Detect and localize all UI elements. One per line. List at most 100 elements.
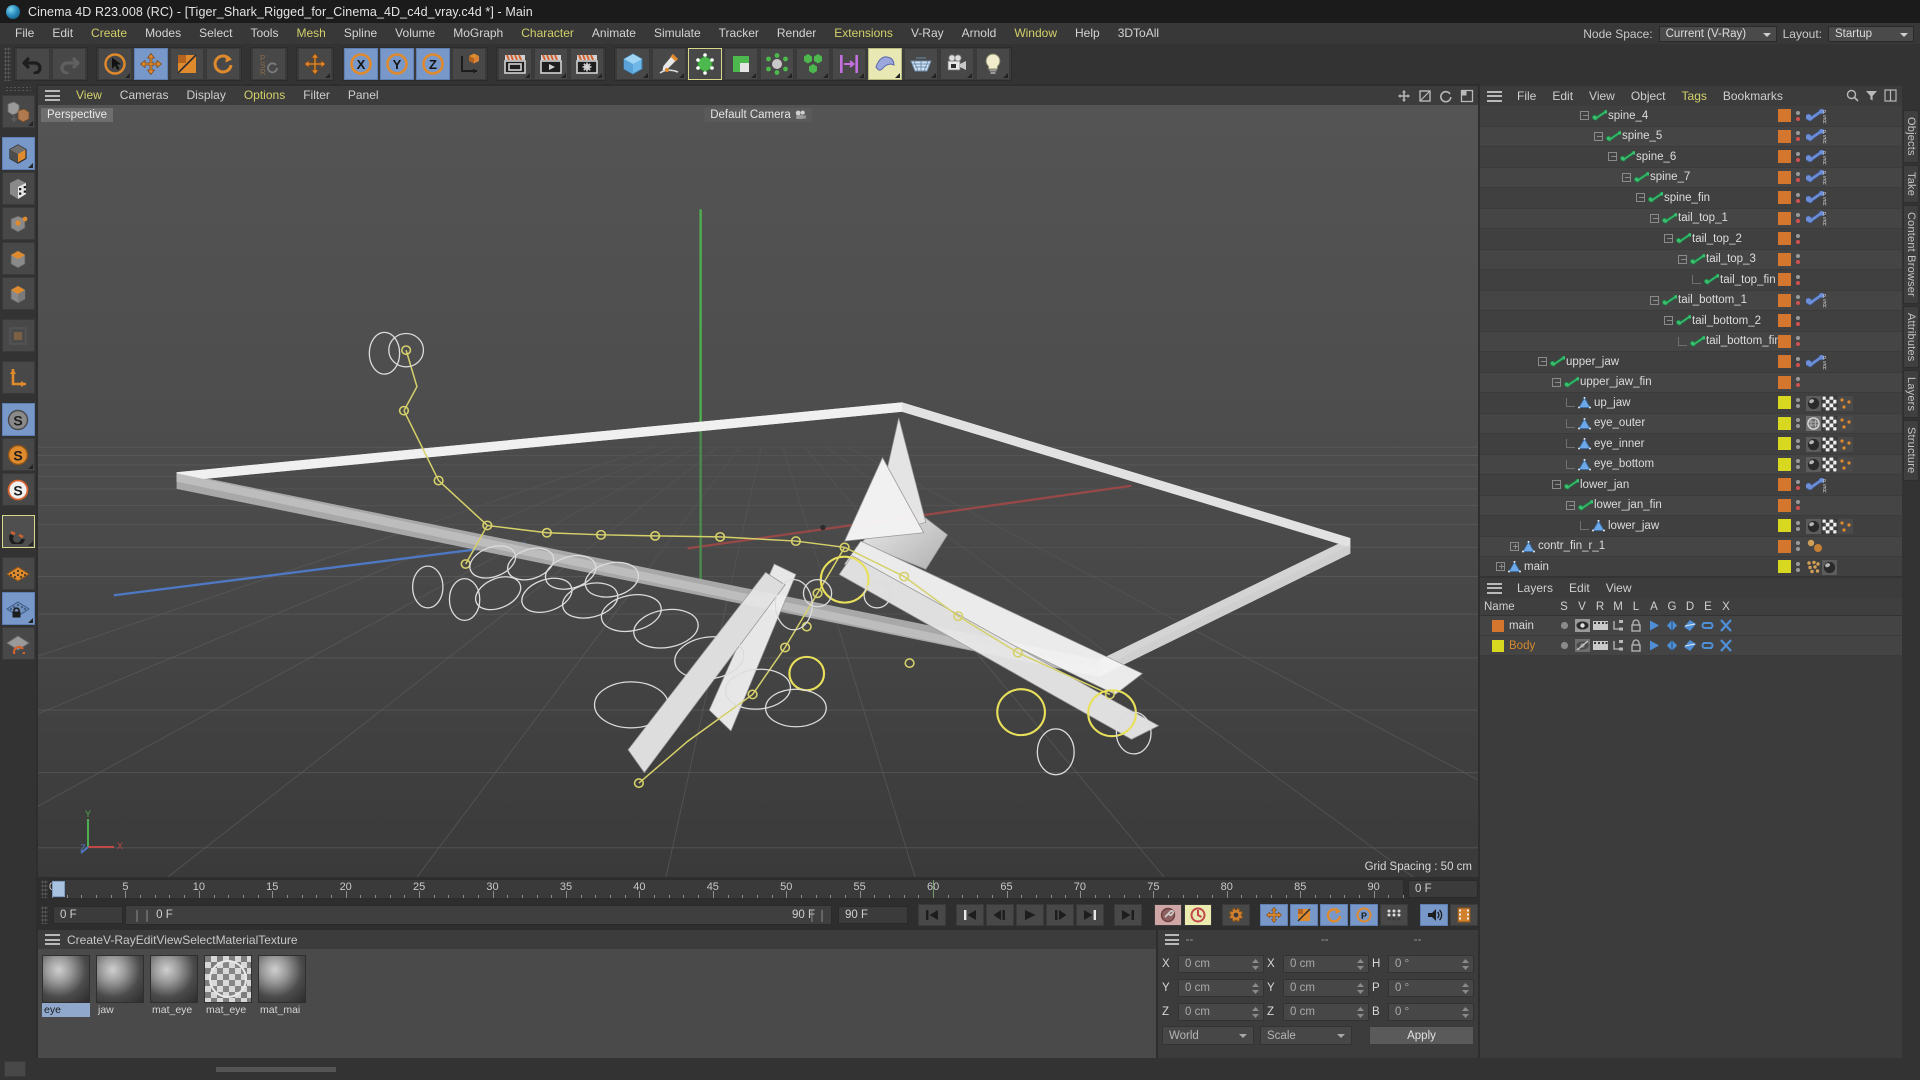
key-rotation-button[interactable] — [1320, 903, 1348, 926]
coordinate-size-input[interactable]: 0 cm — [1283, 955, 1369, 973]
coordinate-rot-input[interactable]: 0 ° — [1388, 955, 1474, 973]
tree-expander[interactable] — [1552, 480, 1561, 490]
tag-sel-icon[interactable] — [1838, 395, 1853, 411]
tag-mat-icon[interactable] — [1806, 518, 1821, 534]
vertical-tab-objects[interactable]: Objects — [1903, 110, 1919, 163]
tag-mat-icon[interactable] — [1806, 436, 1821, 452]
menu-window[interactable]: Window — [1005, 23, 1066, 44]
preview-range-bar[interactable]: ❘❘ 0 F 90 F ❘❘ — [125, 904, 832, 925]
material-preview[interactable] — [204, 955, 252, 1003]
object-name[interactable]: spine_7 — [1650, 171, 1690, 183]
object-tags[interactable] — [1806, 559, 1902, 575]
object-tree[interactable]: spine_4 P S R spine_5 P S R spine_6 P S R spine_7 P S R… — [1480, 106, 1902, 576]
viewport-menu-view[interactable]: View — [67, 86, 111, 105]
object-row[interactable]: tail_top_2 — [1480, 229, 1902, 250]
visibility-dots[interactable] — [1796, 377, 1800, 388]
material-name[interactable]: mat_eye — [150, 1003, 198, 1017]
connect-objects-button[interactable] — [760, 48, 794, 80]
tag-uv-icon[interactable] — [1821, 415, 1838, 432]
viewport-menu-display[interactable]: Display — [177, 86, 234, 105]
tree-expander[interactable] — [1496, 562, 1505, 572]
object-layer-color[interactable] — [1778, 273, 1791, 287]
x-axis-lock-button[interactable]: X — [344, 48, 378, 80]
layer-name[interactable]: main — [1509, 620, 1534, 632]
coordinate-spinner-icon[interactable] — [1251, 1006, 1260, 1019]
layer-generator-icon[interactable] — [1663, 639, 1681, 652]
object-tags[interactable]: PSR — [1805, 354, 1902, 371]
layer-color-swatch[interactable] — [1492, 619, 1504, 632]
tag-psr-icon[interactable]: PSR — [1805, 149, 1827, 166]
landscape-object-button[interactable] — [904, 48, 938, 80]
workplane-rotate-button[interactable] — [1, 627, 35, 660]
tree-expander[interactable] — [1650, 213, 1659, 223]
current-frame-field-top[interactable]: 0 F — [1408, 880, 1478, 898]
material-preview[interactable] — [42, 955, 90, 1003]
menu-3dtoall[interactable]: 3DToAll — [1109, 23, 1168, 44]
toolbar-grip[interactable] — [4, 47, 11, 81]
menu-edit[interactable]: Edit — [43, 23, 82, 44]
material-item[interactable]: eye — [42, 955, 90, 1017]
viewport-menu-panel[interactable]: Panel — [339, 86, 388, 105]
coordinate-spinner-icon[interactable] — [1356, 958, 1365, 971]
object-row[interactable]: spine_fin P S R — [1480, 188, 1902, 209]
object-row-label-area[interactable]: tail_bottom_fin — [1480, 335, 1781, 347]
coordinate-mode-select[interactable]: Scale — [1260, 1026, 1352, 1045]
visibility-dots[interactable] — [1796, 459, 1800, 470]
tree-expander[interactable] — [1622, 172, 1631, 182]
menu-create[interactable]: Create — [82, 23, 136, 44]
visibility-dots[interactable] — [1796, 274, 1800, 285]
menu-extensions[interactable]: Extensions — [825, 23, 902, 44]
object-name[interactable]: lower_jan_fin — [1594, 499, 1662, 511]
coordinate-spinner-icon[interactable] — [1251, 958, 1260, 971]
subdivision-surface-button[interactable] — [868, 48, 902, 80]
layer-solo-icon[interactable] — [1555, 639, 1573, 652]
object-layer-color[interactable] — [1778, 129, 1791, 143]
object-row[interactable]: eye_outer — [1480, 413, 1902, 434]
material-name[interactable]: eye — [42, 1003, 90, 1017]
object-row[interactable]: eye_bottom — [1480, 454, 1902, 475]
menu-animate[interactable]: Animate — [583, 23, 645, 44]
object-row[interactable]: tail_bottom_1 P S R — [1480, 290, 1902, 311]
uv-mode-button[interactable] — [1, 319, 35, 352]
tree-expander[interactable] — [1510, 541, 1519, 551]
tag-psr-icon[interactable]: PSR — [1805, 190, 1827, 207]
coordinate-pos-input[interactable]: 0 cm — [1178, 955, 1264, 973]
menu-simulate[interactable]: Simulate — [645, 23, 710, 44]
material-menu-create[interactable]: Create — [67, 933, 103, 947]
null-object-button[interactable] — [688, 48, 722, 80]
tag-uv-icon[interactable] — [1821, 456, 1838, 473]
coordinate-pos-input[interactable]: 0 cm — [1178, 979, 1264, 997]
layer-row[interactable]: Body — [1480, 636, 1902, 656]
tree-expander[interactable] — [1552, 377, 1561, 387]
visibility-dots[interactable] — [1796, 172, 1800, 183]
redo-button[interactable] — [52, 48, 86, 80]
coordinate-spinner-icon[interactable] — [1251, 982, 1260, 995]
object-name[interactable]: tail_top_2 — [1692, 233, 1742, 245]
object-layer-color[interactable] — [1778, 150, 1791, 164]
material-menu-texture[interactable]: Texture — [258, 933, 297, 947]
layer-menu-edit[interactable]: Edit — [1561, 578, 1598, 598]
object-row[interactable]: main — [1480, 557, 1902, 576]
layer-menu-icon[interactable] — [1487, 582, 1502, 594]
select-tool-button[interactable] — [98, 48, 132, 80]
object-layer-color[interactable] — [1778, 109, 1791, 123]
visibility-dots[interactable] — [1796, 438, 1800, 449]
object-row[interactable]: upper_jaw P S R — [1480, 352, 1902, 373]
visibility-dots[interactable] — [1796, 254, 1800, 265]
menu-volume[interactable]: Volume — [386, 23, 444, 44]
coordinate-spinner-icon[interactable] — [1461, 1006, 1470, 1019]
menu-mesh[interactable]: Mesh — [287, 23, 334, 44]
undo-button[interactable] — [16, 48, 50, 80]
material-preview[interactable] — [150, 955, 198, 1003]
object-row-label-area[interactable]: lower_jan — [1480, 478, 1778, 491]
apply-button[interactable]: Apply — [1369, 1026, 1474, 1045]
layer-deformer-icon[interactable] — [1681, 639, 1699, 652]
timeline-playhead[interactable] — [52, 881, 65, 897]
object-tags[interactable] — [1806, 539, 1902, 553]
tag-psr-icon[interactable]: PSR — [1805, 477, 1827, 494]
object-row[interactable]: spine_4 P S R — [1480, 106, 1902, 127]
node-space-select[interactable]: Current (V-Ray) — [1658, 25, 1777, 42]
material-preview[interactable] — [96, 955, 144, 1003]
object-row-label-area[interactable]: spine_fin — [1480, 191, 1778, 204]
object-row-label-area[interactable]: lower_jan_fin — [1480, 499, 1778, 511]
